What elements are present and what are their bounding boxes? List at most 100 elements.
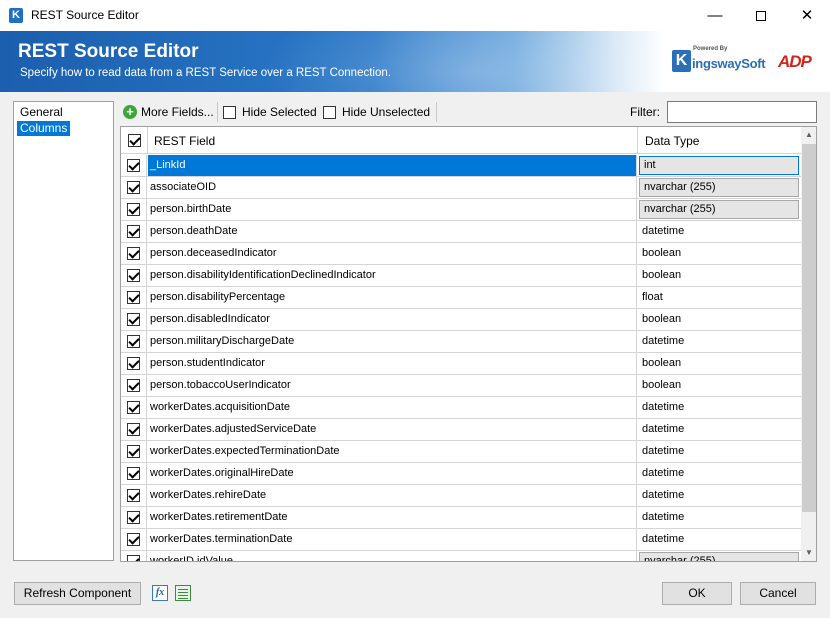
rest-field-cell[interactable]: person.tobaccoUserIndicator <box>148 375 637 396</box>
select-all-checkbox[interactable] <box>128 134 141 147</box>
rest-field-cell[interactable]: workerDates.rehireDate <box>148 485 637 506</box>
rest-field-cell[interactable]: person.birthDate <box>148 199 637 220</box>
rest-field-cell[interactable]: person.studentIndicator <box>148 353 637 374</box>
refresh-component-button[interactable]: Refresh Component <box>14 582 141 605</box>
table-row[interactable]: person.deathDate datetime <box>121 221 801 243</box>
table-row[interactable]: person.birthDate nvarchar (255) <box>121 199 801 221</box>
table-row[interactable]: person.disabilityPercentage float <box>121 287 801 309</box>
rest-field-cell[interactable]: workerDates.terminationDate <box>148 529 637 550</box>
table-row[interactable]: workerDates.adjustedServiceDate datetime <box>121 419 801 441</box>
data-type-cell[interactable]: datetime <box>638 485 801 506</box>
table-row[interactable]: associateOID nvarchar (255) <box>121 177 801 199</box>
data-type-cell[interactable]: boolean <box>638 309 801 330</box>
rest-field-cell[interactable]: person.militaryDischargeDate <box>148 331 637 352</box>
hide-unselected-checkbox[interactable]: Hide Unselected <box>323 103 430 121</box>
data-type-cell[interactable]: datetime <box>638 397 801 418</box>
rest-field-cell[interactable]: workerID.idValue <box>148 551 637 561</box>
row-checkbox[interactable] <box>127 533 140 546</box>
table-row[interactable]: workerDates.acquisitionDate datetime <box>121 397 801 419</box>
row-checkbox[interactable] <box>127 423 140 436</box>
row-checkbox[interactable] <box>127 181 140 194</box>
row-checkbox[interactable] <box>127 489 140 502</box>
table-row[interactable]: workerDates.terminationDate datetime <box>121 529 801 551</box>
row-checkbox[interactable] <box>127 401 140 414</box>
data-type-cell[interactable]: boolean <box>638 243 801 264</box>
nav-item-general[interactable]: General <box>17 105 66 120</box>
row-checkbox[interactable] <box>127 357 140 370</box>
hide-unselected-box[interactable] <box>323 105 336 119</box>
table-row[interactable]: workerID.idValue nvarchar (255) <box>121 551 801 561</box>
table-row[interactable]: person.studentIndicator boolean <box>121 353 801 375</box>
minimize-button[interactable]: — <box>692 0 738 31</box>
rest-field-cell[interactable]: workerDates.adjustedServiceDate <box>148 419 637 440</box>
fx-icon[interactable]: fx <box>152 585 168 601</box>
nav-item-columns[interactable]: Columns <box>17 121 71 136</box>
table-row[interactable]: person.tobaccoUserIndicator boolean <box>121 375 801 397</box>
data-type-cell[interactable]: datetime <box>638 419 801 440</box>
data-type-cell[interactable]: datetime <box>638 331 801 352</box>
rest-field-cell[interactable]: workerDates.expectedTerminationDate <box>148 441 637 462</box>
data-type-cell[interactable]: datetime <box>638 507 801 528</box>
row-checkbox[interactable] <box>127 511 140 524</box>
filter-input[interactable] <box>667 101 817 123</box>
scroll-up-arrow-icon[interactable]: ▲ <box>801 127 816 143</box>
scrollbar-thumb[interactable] <box>802 144 816 512</box>
row-checkbox[interactable] <box>127 335 140 348</box>
data-type-cell[interactable]: datetime <box>638 529 801 550</box>
columns-toolbar: + More Fields... Hide Selected Hide Unse… <box>120 101 820 123</box>
row-checkbox[interactable] <box>127 555 140 561</box>
hide-selected-checkbox[interactable]: Hide Selected <box>223 103 317 121</box>
row-checkbox[interactable] <box>127 313 140 326</box>
table-row[interactable]: person.deceasedIndicator boolean <box>121 243 801 265</box>
rest-field-cell[interactable]: person.deceasedIndicator <box>148 243 637 264</box>
rest-field-cell[interactable]: workerDates.acquisitionDate <box>148 397 637 418</box>
rest-field-cell[interactable]: _LinkId <box>148 155 637 176</box>
cancel-button[interactable]: Cancel <box>740 582 816 605</box>
data-type-cell[interactable]: boolean <box>638 375 801 396</box>
table-row[interactable]: person.disabledIndicator boolean <box>121 309 801 331</box>
row-checkbox[interactable] <box>127 379 140 392</box>
rest-field-cell[interactable]: person.disabilityIdentificationDeclinedI… <box>148 265 637 286</box>
table-row[interactable]: workerDates.originalHireDate datetime <box>121 463 801 485</box>
column-header-data-type[interactable]: Data Type <box>645 134 699 148</box>
rest-field-cell[interactable]: person.disabilityPercentage <box>148 287 637 308</box>
data-type-cell[interactable]: nvarchar (255) <box>639 200 799 219</box>
more-fields-button[interactable]: + More Fields... <box>123 103 214 121</box>
data-type-cell[interactable]: float <box>638 287 801 308</box>
row-checkbox[interactable] <box>127 203 140 216</box>
data-type-cell[interactable]: boolean <box>638 353 801 374</box>
data-type-cell[interactable]: datetime <box>638 463 801 484</box>
table-row[interactable]: workerDates.retirementDate datetime <box>121 507 801 529</box>
table-row[interactable]: person.disabilityIdentificationDeclinedI… <box>121 265 801 287</box>
data-type-cell[interactable]: nvarchar (255) <box>639 552 799 561</box>
data-type-cell[interactable]: int <box>639 156 799 175</box>
hide-selected-box[interactable] <box>223 105 236 119</box>
spreadsheet-icon[interactable] <box>175 585 191 601</box>
row-checkbox[interactable] <box>127 225 140 238</box>
row-checkbox[interactable] <box>127 247 140 260</box>
maximize-button[interactable] <box>738 0 784 31</box>
data-type-cell[interactable]: nvarchar (255) <box>639 178 799 197</box>
row-checkbox[interactable] <box>127 159 140 172</box>
data-type-cell[interactable]: datetime <box>638 441 801 462</box>
row-checkbox[interactable] <box>127 467 140 480</box>
rest-field-cell[interactable]: associateOID <box>148 177 637 198</box>
rest-field-cell[interactable]: workerDates.originalHireDate <box>148 463 637 484</box>
close-button[interactable]: ✕ <box>784 0 830 31</box>
data-type-cell[interactable]: datetime <box>638 221 801 242</box>
row-checkbox[interactable] <box>127 445 140 458</box>
table-row[interactable]: workerDates.rehireDate datetime <box>121 485 801 507</box>
table-row[interactable]: workerDates.expectedTerminationDate datet… <box>121 441 801 463</box>
row-checkbox[interactable] <box>127 291 140 304</box>
rest-field-cell[interactable]: person.disabledIndicator <box>148 309 637 330</box>
rest-field-cell[interactable]: workerDates.retirementDate <box>148 507 637 528</box>
vertical-scrollbar[interactable]: ▲ ▼ <box>801 127 816 561</box>
table-row[interactable]: person.militaryDischargeDate datetime <box>121 331 801 353</box>
row-checkbox[interactable] <box>127 269 140 282</box>
scroll-down-arrow-icon[interactable]: ▼ <box>801 545 816 561</box>
column-header-rest-field[interactable]: REST Field <box>154 134 215 148</box>
data-type-cell[interactable]: boolean <box>638 265 801 286</box>
ok-button[interactable]: OK <box>662 582 732 605</box>
table-row[interactable]: _LinkId int <box>121 155 801 177</box>
rest-field-cell[interactable]: person.deathDate <box>148 221 637 242</box>
